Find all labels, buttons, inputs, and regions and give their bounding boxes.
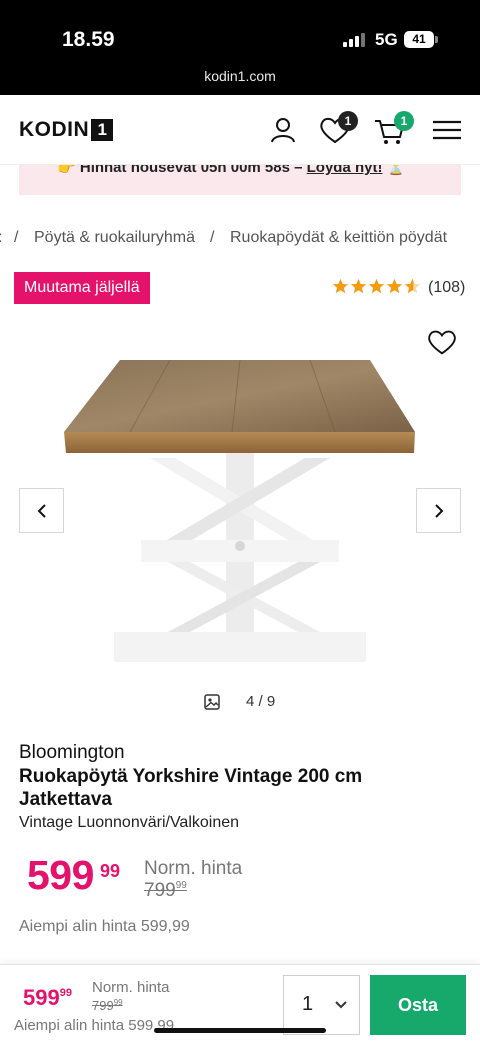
quantity-value: 1	[302, 993, 314, 1015]
breadcrumb-item-poyta[interactable]: Pöytä & ruokailuryhmä	[34, 229, 195, 247]
promo-banner[interactable]: 👉 Hinnat nousevat 05h 00m 58s – Löydä ny…	[19, 165, 461, 195]
price-decimals: 99	[100, 861, 121, 881]
breadcrumb-separator: /	[14, 229, 19, 246]
account-icon	[271, 118, 295, 143]
url-bar[interactable]: kodin1.com	[0, 68, 480, 84]
chevron-down-icon	[335, 1001, 347, 1009]
normal-price-decimals: 99	[175, 880, 187, 891]
home-indicator[interactable]	[154, 1028, 326, 1033]
cart-button[interactable]: 1	[373, 111, 414, 147]
chevron-left-icon	[37, 503, 46, 518]
status-time: 18.59	[62, 28, 115, 51]
review-count[interactable]: (108)	[428, 279, 465, 297]
wishlist-button[interactable]: 1	[318, 111, 358, 147]
product-brand[interactable]: Bloomington	[19, 742, 125, 764]
signal-icon	[343, 33, 367, 47]
logo-mark: 1	[91, 119, 114, 141]
promo-link[interactable]: Löydä nyt!	[307, 165, 383, 176]
breadcrumb-truncated: :	[0, 229, 2, 247]
normal-price-label: Norm. hinta	[144, 858, 243, 879]
cart-count-badge: 1	[394, 111, 414, 131]
add-to-wishlist-button[interactable]	[426, 326, 458, 358]
star-icon	[386, 278, 403, 294]
breadcrumb-separator: /	[210, 229, 215, 246]
menu-icon	[433, 120, 461, 140]
sticky-normal-price-decimals: 99	[113, 998, 123, 1007]
previous-lowest-price: Aiempi alin hinta 599,99	[19, 918, 190, 935]
gallery-prev-button[interactable]	[19, 488, 64, 533]
half-star-icon	[404, 278, 421, 294]
sticky-price: 59999	[23, 985, 72, 1011]
logo[interactable]: KODIN 1	[19, 118, 114, 141]
star-icon	[350, 278, 367, 294]
sticky-previous-lowest: Aiempi alin hinta 599,99	[14, 1017, 175, 1034]
battery-icon: 41	[404, 31, 434, 48]
product-title: Ruokapöytä Yorkshire Vintage 200 cm Jatk…	[19, 766, 363, 810]
star-icon	[368, 278, 385, 294]
stock-badge: Muutama jäljellä	[14, 272, 150, 304]
rating-stars[interactable]	[332, 278, 422, 295]
sticky-normal-price-integer: 799	[92, 998, 114, 1013]
product-image[interactable]	[0, 320, 480, 690]
logo-text: KODIN	[19, 118, 90, 141]
image-icon	[204, 693, 220, 710]
sticky-normal-price-label: Norm. hinta	[92, 979, 170, 996]
sticky-price-decimals: 99	[59, 987, 72, 999]
promo-text: 👉 Hinnat nousevat 05h 00m 58s – Löydä ny…	[57, 165, 405, 176]
network-type: 5G	[375, 30, 398, 49]
menu-button[interactable]	[430, 113, 464, 147]
hourglass-icon: ⏳	[386, 165, 406, 176]
breadcrumb-item-ruokapoydat[interactable]: Ruokapöydät & keittiön pöydät	[230, 229, 447, 247]
dining-table-image	[64, 359, 415, 662]
status-bar: 18.59 5G 41 kodin1.com	[0, 0, 480, 95]
sticky-normal-price: 79999	[92, 998, 123, 1013]
site-header: KODIN 1 1 1	[0, 95, 480, 165]
product-variant: Vintage Luonnonväri/Valkoinen	[19, 814, 240, 831]
promo-emoji-left: 👉	[57, 165, 76, 176]
gallery-next-button[interactable]	[416, 488, 461, 533]
normal-price-integer: 799	[144, 880, 176, 901]
sticky-price-integer: 599	[23, 985, 60, 1010]
breadcrumb: : / Pöytä & ruokailuryhmä / Ruokapöydät …	[0, 229, 480, 251]
heart-icon	[428, 330, 456, 355]
chevron-right-icon	[434, 503, 443, 518]
quantity-select[interactable]: 1	[283, 975, 360, 1035]
account-button[interactable]	[266, 113, 300, 147]
buy-button[interactable]: Osta	[370, 975, 466, 1035]
normal-price: 79999	[144, 880, 187, 902]
wishlist-count-badge: 1	[338, 111, 358, 131]
gallery-counter-text: 4 / 9	[246, 693, 276, 710]
price-integer: 599	[27, 852, 94, 898]
battery-tip	[435, 36, 438, 43]
promo-countdown: Hinnat nousevat 05h 00m 58s –	[79, 165, 307, 176]
star-icon	[332, 278, 349, 294]
gallery-counter: 4 / 9	[204, 693, 275, 710]
